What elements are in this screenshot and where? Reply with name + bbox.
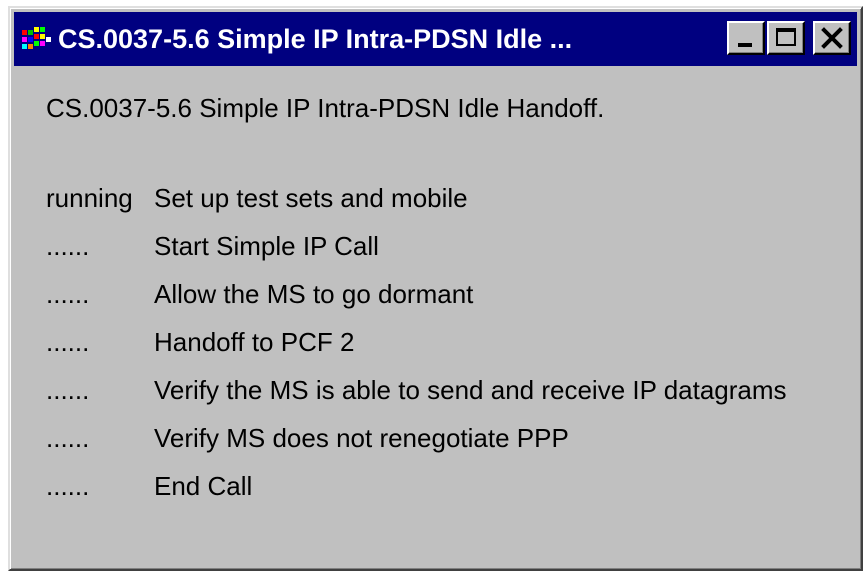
close-button[interactable] xyxy=(813,21,851,55)
step-status: ...... xyxy=(46,423,90,453)
test-heading: CS.0037-5.6 Simple IP Intra-PDSN Idle Ha… xyxy=(46,93,605,123)
minimize-button[interactable] xyxy=(727,21,765,55)
maximize-button[interactable] xyxy=(767,21,805,55)
step-status: ...... xyxy=(46,279,90,309)
step-status: ...... xyxy=(46,375,90,405)
close-icon xyxy=(820,26,844,50)
step-label: Set up test sets and mobile xyxy=(154,183,468,213)
window-title: CS.0037-5.6 Simple IP Intra-PDSN Idle ..… xyxy=(58,24,573,54)
maximize-icon xyxy=(776,28,796,46)
step-label: Verify MS does not renegotiate PPP xyxy=(154,423,569,453)
step-label: Verify the MS is able to send and receiv… xyxy=(154,375,787,405)
test-progress-window: CS.0037-5.6 Simple IP Intra-PDSN Idle ..… xyxy=(8,6,863,571)
title-bar[interactable]: CS.0037-5.6 Simple IP Intra-PDSN Idle ..… xyxy=(14,12,857,66)
step-label: Allow the MS to go dormant xyxy=(154,279,474,309)
step-status: ...... xyxy=(46,327,90,357)
step-label: Start Simple IP Call xyxy=(154,231,379,261)
step-label: Handoff to PCF 2 xyxy=(154,327,355,357)
app-grid-icon[interactable] xyxy=(22,27,52,51)
step-status: running xyxy=(46,183,133,213)
step-status: ...... xyxy=(46,231,90,261)
step-status: ...... xyxy=(46,471,90,501)
minimize-icon xyxy=(738,43,752,47)
step-label: End Call xyxy=(154,471,253,501)
